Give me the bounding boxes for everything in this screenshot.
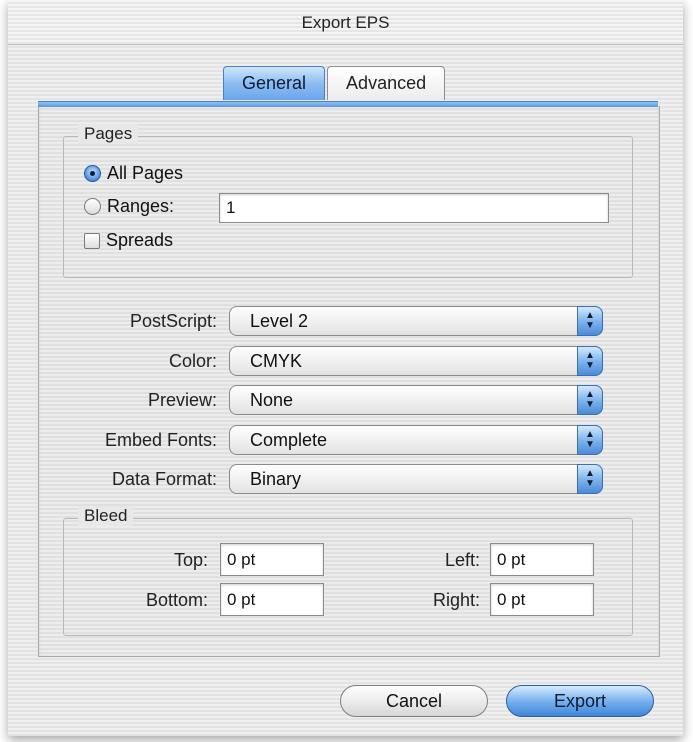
bleed-left-input[interactable] xyxy=(490,543,594,576)
spreads-checkbox-row[interactable]: Spreads xyxy=(84,230,173,251)
bleed-right-label: Right: xyxy=(432,590,480,610)
postscript-value: Level 2 xyxy=(250,310,309,331)
tab-advanced[interactable]: Advanced xyxy=(327,66,446,100)
embed-fonts-value: Complete xyxy=(250,429,328,450)
bleed-left-label: Left: xyxy=(444,550,480,570)
updown-arrows-icon: ▲ ▼ xyxy=(577,306,603,336)
color-label: Color: xyxy=(168,351,217,371)
pages-legend: Pages xyxy=(78,124,139,144)
updown-arrows-icon: ▲ ▼ xyxy=(577,464,603,494)
updown-arrows-icon: ▲ ▼ xyxy=(577,346,603,376)
tab-bar: General Advanced xyxy=(223,66,446,102)
all-pages-radio-row[interactable]: All Pages xyxy=(84,163,183,184)
general-panel: Pages All Pages Ranges: Spreads PostScri… xyxy=(38,106,660,657)
bleed-top-input[interactable] xyxy=(220,543,324,576)
ranges-radio[interactable] xyxy=(84,198,101,215)
bleed-group: Bleed Top: Bottom: Left: Right: xyxy=(63,506,633,636)
preview-label: Preview: xyxy=(147,390,217,410)
tab-general[interactable]: General xyxy=(223,66,326,100)
export-eps-dialog: Export EPS General Advanced Pages All Pa… xyxy=(8,0,683,736)
bleed-legend: Bleed xyxy=(78,506,134,526)
data-format-label: Data Format: xyxy=(111,469,217,489)
spreads-checkbox[interactable] xyxy=(84,232,100,249)
bleed-bottom-label: Bottom: xyxy=(145,590,208,610)
bleed-bottom-input[interactable] xyxy=(220,583,324,616)
ranges-input[interactable] xyxy=(219,193,609,223)
all-pages-radio[interactable] xyxy=(84,165,101,182)
ranges-label: Ranges: xyxy=(107,196,175,216)
color-select[interactable]: CMYK ▲ ▼ xyxy=(229,346,603,376)
embed-fonts-label: Embed Fonts: xyxy=(104,430,217,450)
title-bar[interactable]: Export EPS xyxy=(8,0,683,45)
bleed-top-label: Top: xyxy=(173,550,208,570)
preview-value: None xyxy=(250,389,294,410)
postscript-label: PostScript: xyxy=(129,311,217,331)
color-value: CMYK xyxy=(250,350,303,371)
ranges-radio-row[interactable]: Ranges: xyxy=(84,196,174,217)
embed-fonts-select[interactable]: Complete ▲ ▼ xyxy=(229,425,603,455)
updown-arrows-icon: ▲ ▼ xyxy=(577,385,603,415)
data-format-select[interactable]: Binary ▲ ▼ xyxy=(229,464,603,494)
pages-group: Pages All Pages Ranges: Spreads xyxy=(63,124,633,278)
preview-select[interactable]: None ▲ ▼ xyxy=(229,385,603,415)
updown-arrows-icon: ▲ ▼ xyxy=(577,425,603,455)
postscript-select[interactable]: Level 2 ▲ ▼ xyxy=(229,306,603,336)
spreads-label: Spreads xyxy=(106,230,174,250)
dialog-title: Export EPS xyxy=(301,13,390,32)
data-format-value: Binary xyxy=(250,468,302,489)
export-button[interactable]: Export xyxy=(506,685,654,717)
cancel-button[interactable]: Cancel xyxy=(340,685,488,717)
bleed-right-input[interactable] xyxy=(490,583,594,616)
all-pages-label: All Pages xyxy=(107,163,184,183)
